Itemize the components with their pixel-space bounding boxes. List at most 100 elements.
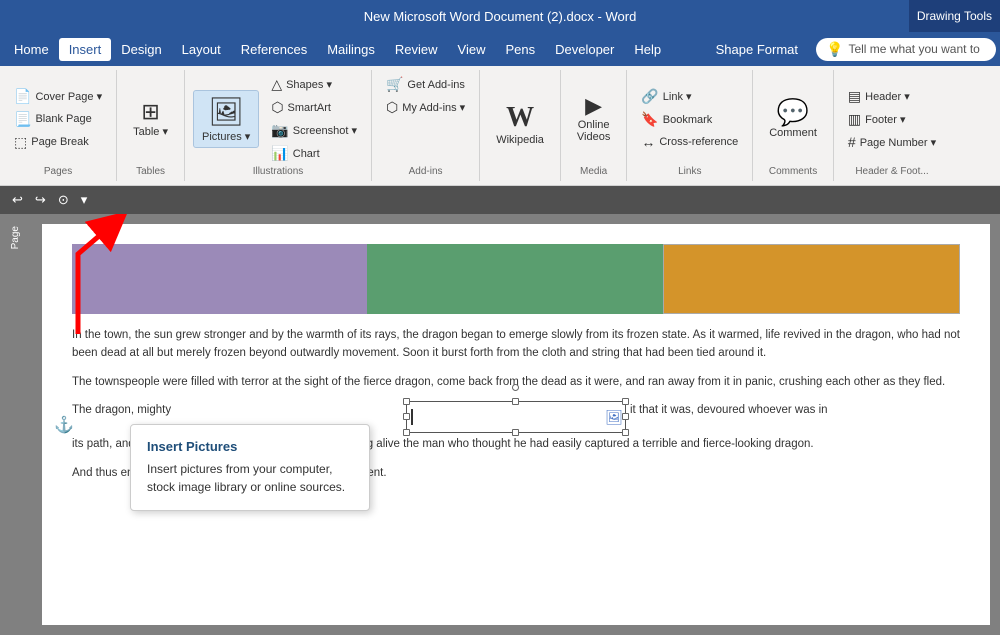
chart-icon: 📊 <box>271 145 288 162</box>
drawing-tools-label: Drawing Tools <box>909 0 1000 32</box>
my-addins-btn[interactable]: ⬡ My Add-ins ▾ <box>380 97 471 118</box>
handle-mr[interactable] <box>622 413 629 420</box>
get-addins-btn[interactable]: 🛒 Get Add-ins <box>380 74 471 95</box>
table-icon: ⊞ <box>141 101 159 123</box>
handle-bc[interactable] <box>512 429 519 436</box>
sidebar-labels: Page <box>10 224 34 625</box>
blank-page-icon: 📃 <box>14 111 31 128</box>
menu-insert[interactable]: Insert <box>59 38 112 61</box>
menu-home[interactable]: Home <box>4 38 59 61</box>
get-addins-icon: 🛒 <box>386 76 403 93</box>
menu-pens[interactable]: Pens <box>495 38 545 61</box>
shapes-icon: △ <box>271 76 282 93</box>
media-label: Media <box>580 166 607 177</box>
online-videos-icon: ▶ <box>585 95 602 117</box>
screenshot-btn[interactable]: 📷 Screenshot ▾ <box>265 120 363 141</box>
smartart-btn[interactable]: ⬡ SmartArt <box>265 97 363 118</box>
image-orange <box>663 244 960 314</box>
page-number-btn[interactable]: # Page Number ▾ <box>842 132 942 152</box>
blank-page-btn[interactable]: 📃 Blank Page <box>8 109 108 130</box>
wikipedia-btn[interactable]: W Wikipedia <box>488 100 552 150</box>
my-addins-icon: ⬡ <box>386 99 398 116</box>
text-box[interactable]: 🖼 <box>406 401 626 433</box>
screenshot-icon: 📷 <box>271 122 288 139</box>
tooltip-description: Insert pictures from your computer, stoc… <box>147 460 353 496</box>
tell-me-text: Tell me what you want to <box>848 42 979 56</box>
ribbon-group-pages: 📄 Cover Page ▾ 📃 Blank Page ⬚ Page Break… <box>0 70 117 181</box>
document-images <box>72 244 960 314</box>
table-btn[interactable]: ⊞ Table ▾ <box>125 97 176 142</box>
page-break-icon: ⬚ <box>14 134 27 151</box>
links-buttons: 🔗 Link ▾ 🔖 Bookmark ↔ Cross-reference <box>635 86 744 152</box>
image-purple <box>72 244 367 314</box>
header-btn[interactable]: ▤ Header ▾ <box>842 86 942 107</box>
shape-format-label: Shape Format <box>706 38 808 61</box>
online-videos-btn[interactable]: ▶ OnlineVideos <box>569 91 618 147</box>
handle-tr[interactable] <box>622 398 629 405</box>
menu-view[interactable]: View <box>448 38 496 61</box>
redo-btn[interactable]: ↪ <box>31 190 50 210</box>
ribbon: 📄 Cover Page ▾ 📃 Blank Page ⬚ Page Break… <box>0 66 1000 186</box>
handle-tl[interactable] <box>403 398 410 405</box>
menu-review[interactable]: Review <box>385 38 448 61</box>
menu-help[interactable]: Help <box>624 38 671 61</box>
menu-design[interactable]: Design <box>111 38 171 61</box>
lightbulb-icon: 💡 <box>826 41 843 58</box>
wikipedia-icon: W <box>506 104 534 132</box>
handle-ml[interactable] <box>403 413 410 420</box>
pictures-btn[interactable]: 🖼 Pictures ▾ <box>193 90 259 148</box>
cover-page-btn[interactable]: 📄 Cover Page ▾ <box>8 86 108 107</box>
link-btn[interactable]: 🔗 Link ▾ <box>635 86 744 107</box>
cross-reference-btn[interactable]: ↔ Cross-reference <box>635 132 744 152</box>
pages-label: Pages <box>44 166 72 177</box>
menu-mailings[interactable]: Mailings <box>317 38 385 61</box>
page-break-btn[interactable]: ⬚ Page Break <box>8 132 108 153</box>
bookmark-icon: 🔖 <box>641 111 658 128</box>
paragraph-1: In the town, the sun grew stronger and b… <box>72 326 960 363</box>
pictures-icon: 🖼 <box>208 95 244 128</box>
handle-tc[interactable] <box>512 398 519 405</box>
undo-btn[interactable]: ↩ <box>8 190 27 210</box>
bookmark-btn[interactable]: 🔖 Bookmark <box>635 109 744 130</box>
handle-br[interactable] <box>622 429 629 436</box>
cover-page-icon: 📄 <box>14 88 31 105</box>
tables-label: Tables <box>136 166 165 177</box>
page-label: Page <box>10 226 34 249</box>
chart-btn[interactable]: 📊 Chart <box>265 143 363 164</box>
menu-references[interactable]: References <box>231 38 317 61</box>
illustrations-label: Illustrations <box>253 166 304 177</box>
textbox-frame-icon: 🖼 <box>605 406 623 428</box>
menu-layout[interactable]: Layout <box>172 38 231 61</box>
ribbon-group-media: ▶ OnlineVideos Media <box>561 70 627 181</box>
qa-dropdown-btn[interactable]: ▾ <box>77 190 92 210</box>
menu-developer[interactable]: Developer <box>545 38 624 61</box>
document-title: New Microsoft Word Document (2).docx - W… <box>0 9 1000 24</box>
quick-access-toolbar: ↩ ↪ ⊙ ▾ <box>0 186 1000 214</box>
link-icon: 🔗 <box>641 88 658 105</box>
qa-extra-btn[interactable]: ⊙ <box>54 190 73 210</box>
page-number-icon: # <box>848 134 856 150</box>
ribbon-group-tables: ⊞ Table ▾ Tables <box>117 70 185 181</box>
handle-bl[interactable] <box>403 429 410 436</box>
cross-reference-icon: ↔ <box>641 134 655 150</box>
ribbon-group-header-footer: ▤ Header ▾ ▥ Footer ▾ # Page Number ▾ He… <box>834 70 950 181</box>
ribbon-group-addins: 🛒 Get Add-ins ⬡ My Add-ins ▾ Add-ins <box>372 70 480 181</box>
smartart-icon: ⬡ <box>271 99 283 116</box>
addins-label: Add-ins <box>409 166 443 177</box>
comment-btn[interactable]: 💬 Comment <box>761 95 825 143</box>
tooltip-insert-pictures: Insert Pictures Insert pictures from you… <box>130 424 370 511</box>
shapes-btn[interactable]: △ Shapes ▾ <box>265 74 363 95</box>
header-footer-label: Header & Foot... <box>855 166 928 177</box>
ribbon-group-links: 🔗 Link ▾ 🔖 Bookmark ↔ Cross-reference Li… <box>627 70 753 181</box>
footer-btn[interactable]: ▥ Footer ▾ <box>842 109 942 130</box>
tooltip-title: Insert Pictures <box>147 439 353 454</box>
tell-me-box[interactable]: 💡 Tell me what you want to <box>816 38 996 61</box>
image-green <box>367 244 662 314</box>
menu-bar: Home Insert Design Layout References Mai… <box>0 32 1000 66</box>
header-icon: ▤ <box>848 88 861 105</box>
comment-icon: 💬 <box>777 99 809 125</box>
title-bar: New Microsoft Word Document (2).docx - W… <box>0 0 1000 32</box>
ribbon-group-wikipedia: W Wikipedia <box>480 70 561 181</box>
text-cursor <box>411 409 413 425</box>
ribbon-group-comments: 💬 Comment Comments <box>753 70 834 181</box>
